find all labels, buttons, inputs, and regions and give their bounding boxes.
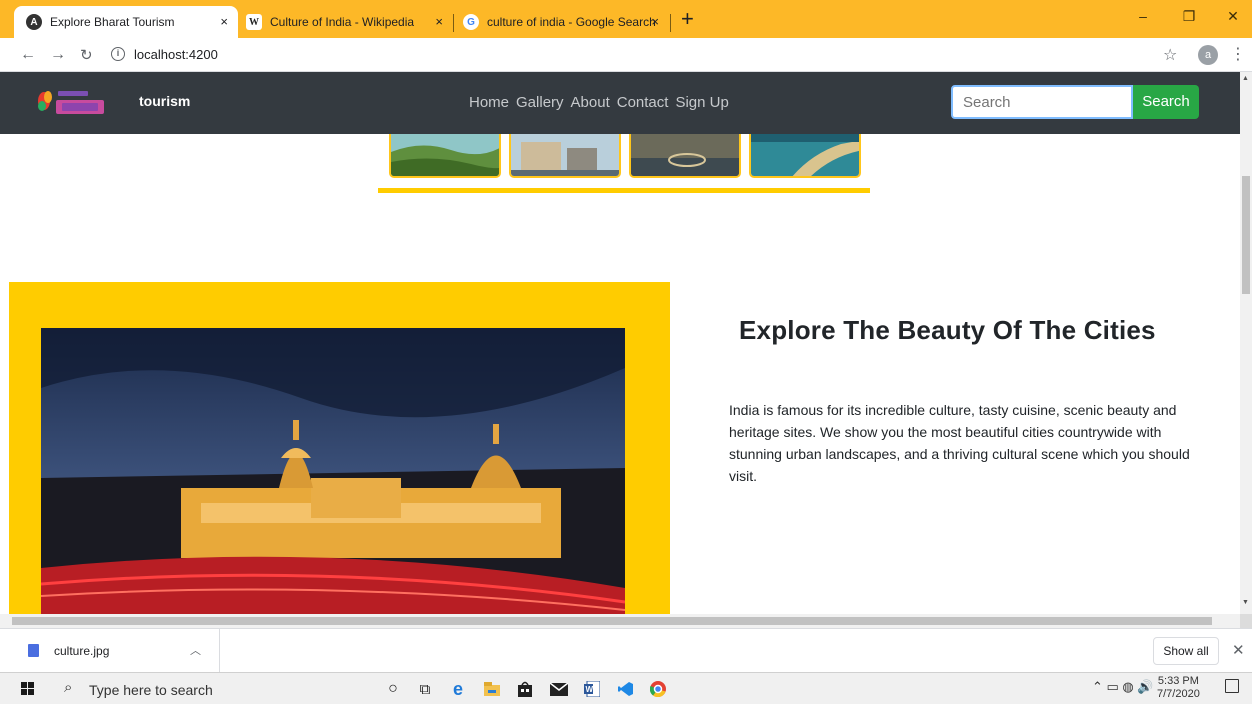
download-item[interactable]: culture.jpg ︿ — [0, 629, 220, 673]
page-content: Explore The Beauty Of The Cities India i… — [0, 134, 1240, 614]
gallery-underline — [378, 188, 870, 193]
back-icon[interactable]: ← — [20, 46, 36, 64]
forward-icon[interactable]: → — [50, 46, 66, 64]
system-tray-icons[interactable]: ⌃ ▭ ◍ 🔊 — [1092, 679, 1154, 695]
clock-date: 7/7/2020 — [1157, 688, 1200, 700]
nav-gallery[interactable]: Gallery — [516, 94, 564, 111]
profile-avatar[interactable]: a — [1198, 45, 1218, 65]
restore-icon[interactable]: ❐ — [1169, 8, 1209, 25]
tab-close-icon[interactable]: × — [220, 14, 228, 29]
tab-close-icon[interactable]: × — [435, 14, 443, 29]
taskbar-clock[interactable]: 5:33 PM 7/7/2020 — [1157, 675, 1200, 701]
site-search-input[interactable] — [951, 85, 1133, 119]
site-logo[interactable] — [36, 84, 136, 120]
site-navbar: tourism Home Gallery About Contact Sign … — [0, 72, 1240, 134]
vscode-icon[interactable] — [616, 679, 636, 699]
nav-sign-up[interactable]: Sign Up — [675, 94, 728, 111]
image-file-icon — [28, 644, 39, 657]
store-icon[interactable] — [515, 679, 535, 699]
edge-browser-icon[interactable]: e — [448, 679, 468, 699]
search-icon[interactable]: ⌕ — [64, 679, 72, 696]
nav-contact[interactable]: Contact — [617, 94, 669, 111]
scrollbar-corner — [1240, 614, 1252, 628]
thumbnail-tea-hills[interactable] — [389, 134, 501, 178]
download-bar: culture.jpg ︿ Show all ✕ — [0, 628, 1252, 673]
gallery-thumbnails — [388, 134, 864, 180]
minimize-icon[interactable]: – — [1123, 8, 1163, 24]
brand-text[interactable]: tourism — [139, 93, 190, 109]
svg-text:W: W — [586, 685, 594, 694]
nav-home[interactable]: Home — [469, 94, 509, 111]
bookmark-star-icon[interactable]: ☆ — [1163, 45, 1177, 65]
download-bar-close-icon[interactable]: ✕ — [1232, 641, 1245, 659]
reload-icon[interactable]: ↻ — [80, 46, 93, 64]
show-all-button[interactable]: Show all — [1153, 637, 1219, 665]
cortana-icon[interactable]: ○ — [383, 679, 403, 699]
screen: A Explore Bharat Tourism × W Culture of … — [0, 0, 1252, 704]
tab-close-icon[interactable]: × — [651, 14, 659, 29]
feature-heading: Explore The Beauty Of The Cities — [739, 315, 1156, 345]
tab-explore-bharat[interactable]: A Explore Bharat Tourism × — [14, 6, 238, 38]
menu-kebab-icon[interactable]: ⋮ — [1230, 44, 1246, 64]
download-file-name: culture.jpg — [54, 644, 110, 658]
vertical-scrollbar[interactable]: ▲ ▼ — [1240, 72, 1252, 614]
site-nav-links: Home Gallery About Contact Sign Up — [469, 94, 736, 111]
windows-start-icon[interactable] — [21, 682, 35, 696]
wikipedia-icon: W — [246, 14, 262, 30]
horizontal-scroll-thumb[interactable] — [12, 617, 1212, 625]
tab-title: Culture of India - Wikipedia — [270, 15, 415, 29]
google-icon: G — [463, 14, 479, 30]
file-explorer-icon[interactable] — [482, 679, 502, 699]
taskbar-search-box[interactable]: Type here to search — [89, 682, 213, 698]
clock-time: 5:33 PM — [1157, 675, 1199, 687]
site-search-button[interactable]: Search — [1133, 85, 1199, 119]
chrome-icon[interactable] — [648, 679, 668, 699]
task-view-icon[interactable]: ⧉ — [415, 679, 435, 699]
thumbnail-coast[interactable] — [749, 134, 861, 178]
mail-icon[interactable] — [549, 679, 569, 699]
tab-title: culture of india - Google Search — [487, 15, 656, 29]
tab-google-search[interactable]: G culture of india - Google Search × — [453, 6, 669, 38]
tab-wikipedia[interactable]: W Culture of India - Wikipedia × — [238, 6, 453, 38]
address-bar: ← → ↻ i localhost:4200 ☆ a ⋮ — [0, 38, 1252, 72]
scroll-up-icon[interactable]: ▲ — [1242, 75, 1249, 82]
window-close-icon[interactable]: ✕ — [1213, 8, 1252, 25]
feature-image-palace-night — [41, 328, 625, 614]
thumbnail-city-building[interactable] — [509, 134, 621, 178]
angular-icon: A — [26, 14, 42, 30]
thumbnail-bridge[interactable] — [629, 134, 741, 178]
browser-tab-strip: A Explore Bharat Tourism × W Culture of … — [0, 0, 1252, 38]
chevron-up-icon[interactable]: ︿ — [190, 642, 201, 658]
nav-about[interactable]: About — [571, 94, 610, 111]
horizontal-scrollbar[interactable] — [0, 614, 1240, 628]
tab-separator — [670, 14, 671, 32]
word-icon[interactable]: W — [582, 679, 602, 699]
scroll-down-icon[interactable]: ▼ — [1242, 599, 1249, 606]
site-info-icon[interactable]: i — [111, 47, 125, 61]
url-field[interactable]: localhost:4200 — [134, 47, 218, 62]
windows-taskbar: ⌕ Type here to search ○ ⧉ e W ⌃ ▭ ◍ 🔊 5:… — [0, 672, 1252, 704]
tab-title: Explore Bharat Tourism — [50, 15, 175, 29]
notifications-icon[interactable] — [1225, 679, 1239, 693]
new-tab-button[interactable]: + — [681, 8, 694, 30]
feature-description: India is famous for its incredible cultu… — [729, 402, 1190, 484]
vertical-scroll-thumb[interactable] — [1242, 176, 1250, 294]
